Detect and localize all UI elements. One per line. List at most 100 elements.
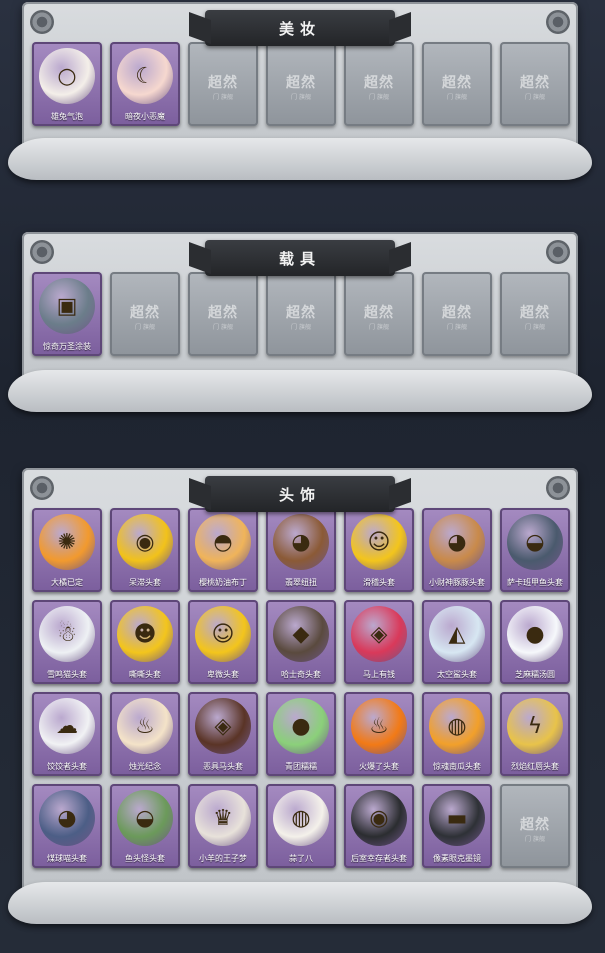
locked-item-card[interactable]: 门 旗舰 超然 [188,272,258,356]
locked-watermark: 超然 [364,75,394,91]
item-card[interactable]: ♛ 小羊的王子梦 [188,784,258,868]
item-card[interactable]: ◈ 马上有钱 [344,600,414,684]
item-card[interactable]: ◉ 后室幸存者头套 [344,784,414,868]
locked-watermark-sub: 门 旗舰 [291,94,311,101]
item-label: 小羊的王子梦 [199,854,247,863]
item-card[interactable]: ○ 雄兔气泡 [32,42,102,126]
section-title-makeup: 美妆 [205,10,395,46]
pudding-icon: ◓ [195,514,251,570]
locked-watermark-sub: 门 旗舰 [291,324,311,331]
pixel-glasses-icon: ▬ [429,790,485,846]
locked-watermark: 超然 [442,75,472,91]
item-card[interactable]: ● 青团糯糯 [266,692,336,776]
fishman-head-icon: ◒ [117,790,173,846]
ornament-icon [546,240,570,264]
vehicle-panel: 载具 ▣ 惊奇万圣涂装 门 旗舰 超然门 旗舰 超然门 旗舰 超然门 旗舰 超然门 旗舰 超然… [8,232,592,412]
item-label: 雄兔气泡 [51,112,83,121]
item-card[interactable]: ● 芝麻糯汤圆 [500,600,570,684]
item-label: 烈焰红唇头套 [511,762,559,771]
green-bun-icon: ● [273,698,329,754]
dumpling-head-icon: ● [507,606,563,662]
candle-head-icon: ♨ [117,698,173,754]
item-card[interactable]: ◒ 鱼头怪头套 [110,784,180,868]
item-card[interactable]: ◉ 呆滞头套 [110,508,180,592]
locked-item-card[interactable]: 门 旗舰 超然 [188,42,258,126]
item-card[interactable]: ◍ 蒜了八 [266,784,336,868]
item-label: 马上有钱 [363,670,395,679]
locked-item-card[interactable]: 门 旗舰 超然 [110,272,180,356]
locked-watermark: 超然 [286,305,316,321]
item-label: 萨卡班甲鱼头套 [507,578,563,587]
dog-head-icon: ◕ [273,514,329,570]
item-card[interactable]: ◈ 恶具马头套 [188,692,258,776]
locked-item-card[interactable]: 门 旗舰 超然 [266,42,336,126]
item-card[interactable]: ▣ 惊奇万圣涂装 [32,272,102,356]
locked-item-card[interactable]: 门 旗舰 超然 [500,42,570,126]
locked-item-card[interactable]: 门 旗舰 超然 [500,272,570,356]
locked-watermark: 超然 [286,75,316,91]
pikachu-head-icon: ϟ [507,698,563,754]
item-label: 雪鸣猫头套 [47,670,87,679]
item-card[interactable]: ◕ 翡翠纽扭 [266,508,336,592]
item-label: 煤球喵头套 [47,854,87,863]
locked-item-card[interactable]: 门 旗舰 超然 [422,272,492,356]
item-card[interactable]: ☁ 饺饺者头套 [32,692,102,776]
item-card[interactable]: ◆ 哈士奇头套 [266,600,336,684]
capybara-head-icon: ◕ [429,514,485,570]
item-card[interactable]: ♨ 火爆了头套 [344,692,414,776]
locked-watermark: 超然 [520,817,550,833]
item-card[interactable]: ☻ 嘶嘶头套 [110,600,180,684]
locked-watermark: 超然 [208,305,238,321]
grin-face-icon: ☻ [117,606,173,662]
locked-item-card[interactable]: 门 旗舰 超然 [266,272,336,356]
item-label: 饺饺者头套 [47,762,87,771]
item-label: 惊奇万圣涂装 [43,342,91,351]
locked-watermark-sub: 门 旗舰 [369,94,389,101]
sheep-head-icon: ♛ [195,790,251,846]
locked-watermark-sub: 门 旗舰 [135,324,155,331]
locked-item-card[interactable]: 门 旗舰 超然 [344,42,414,126]
snowman-head-icon: ☃ [39,606,95,662]
item-card[interactable]: ☾ 暗夜小恶魔 [110,42,180,126]
pumpkin-head-icon: ◍ [429,698,485,754]
item-label: 鱼头怪头套 [125,854,165,863]
ornament-icon [30,10,54,34]
item-card[interactable]: ▬ 像素眼克墨镜 [422,784,492,868]
husky-head-icon: ◆ [273,606,329,662]
item-card[interactable]: ♨ 烛光纪念 [110,692,180,776]
locked-watermark: 超然 [130,305,160,321]
item-card[interactable]: ◍ 惊魂南瓜头套 [422,692,492,776]
locked-item-card[interactable]: 门 旗舰 超然 [422,42,492,126]
locked-watermark-sub: 门 旗舰 [447,324,467,331]
item-card[interactable]: ☺ 滑稽头套 [344,508,414,592]
locked-item-card[interactable]: 门 旗舰 超然 [344,272,414,356]
item-card[interactable]: ◭ 太空鲨头套 [422,600,492,684]
item-card[interactable]: ◕ 煤球喵头套 [32,784,102,868]
orange-head-icon: ✺ [39,514,95,570]
item-card[interactable]: ◕ 小财神豚豚头套 [422,508,492,592]
locked-watermark-sub: 门 旗舰 [213,94,233,101]
ornament-icon [30,476,54,500]
item-card[interactable]: ◒ 萨卡班甲鱼头套 [500,508,570,592]
brown-horse-icon: ◈ [195,698,251,754]
item-label: 呆滞头套 [129,578,161,587]
locked-item-card[interactable]: 门 旗舰 超然 [500,784,570,868]
item-card[interactable]: ✺ 大橘已定 [32,508,102,592]
item-card[interactable]: ☃ 雪鸣猫头套 [32,600,102,684]
devil-head-icon: ☾ [117,48,173,104]
item-label: 暗夜小恶魔 [125,112,165,121]
item-label: 火爆了头套 [359,762,399,771]
gasmask-head-icon: ◉ [351,790,407,846]
horse-head-icon: ◈ [351,606,407,662]
item-label: 小财神豚豚头套 [429,578,485,587]
item-card[interactable]: ϟ 烈焰红唇头套 [500,692,570,776]
garlic-head-icon: ◍ [273,790,329,846]
ornament-icon [30,240,54,264]
item-card[interactable]: ☺ 卑微头套 [188,600,258,684]
item-label: 哈士奇头套 [281,670,321,679]
item-card[interactable]: ◓ 樱桃奶油布丁 [188,508,258,592]
section-title-headwear: 头饰 [205,476,395,512]
item-label: 樱桃奶油布丁 [199,578,247,587]
cloud-head-icon: ☁ [39,698,95,754]
makeup-panel: 美妆 ○ 雄兔气泡 ☾ 暗夜小恶魔 门 旗舰 超然门 旗舰 超然门 旗舰 超然门 旗舰 超然门 … [8,2,592,180]
